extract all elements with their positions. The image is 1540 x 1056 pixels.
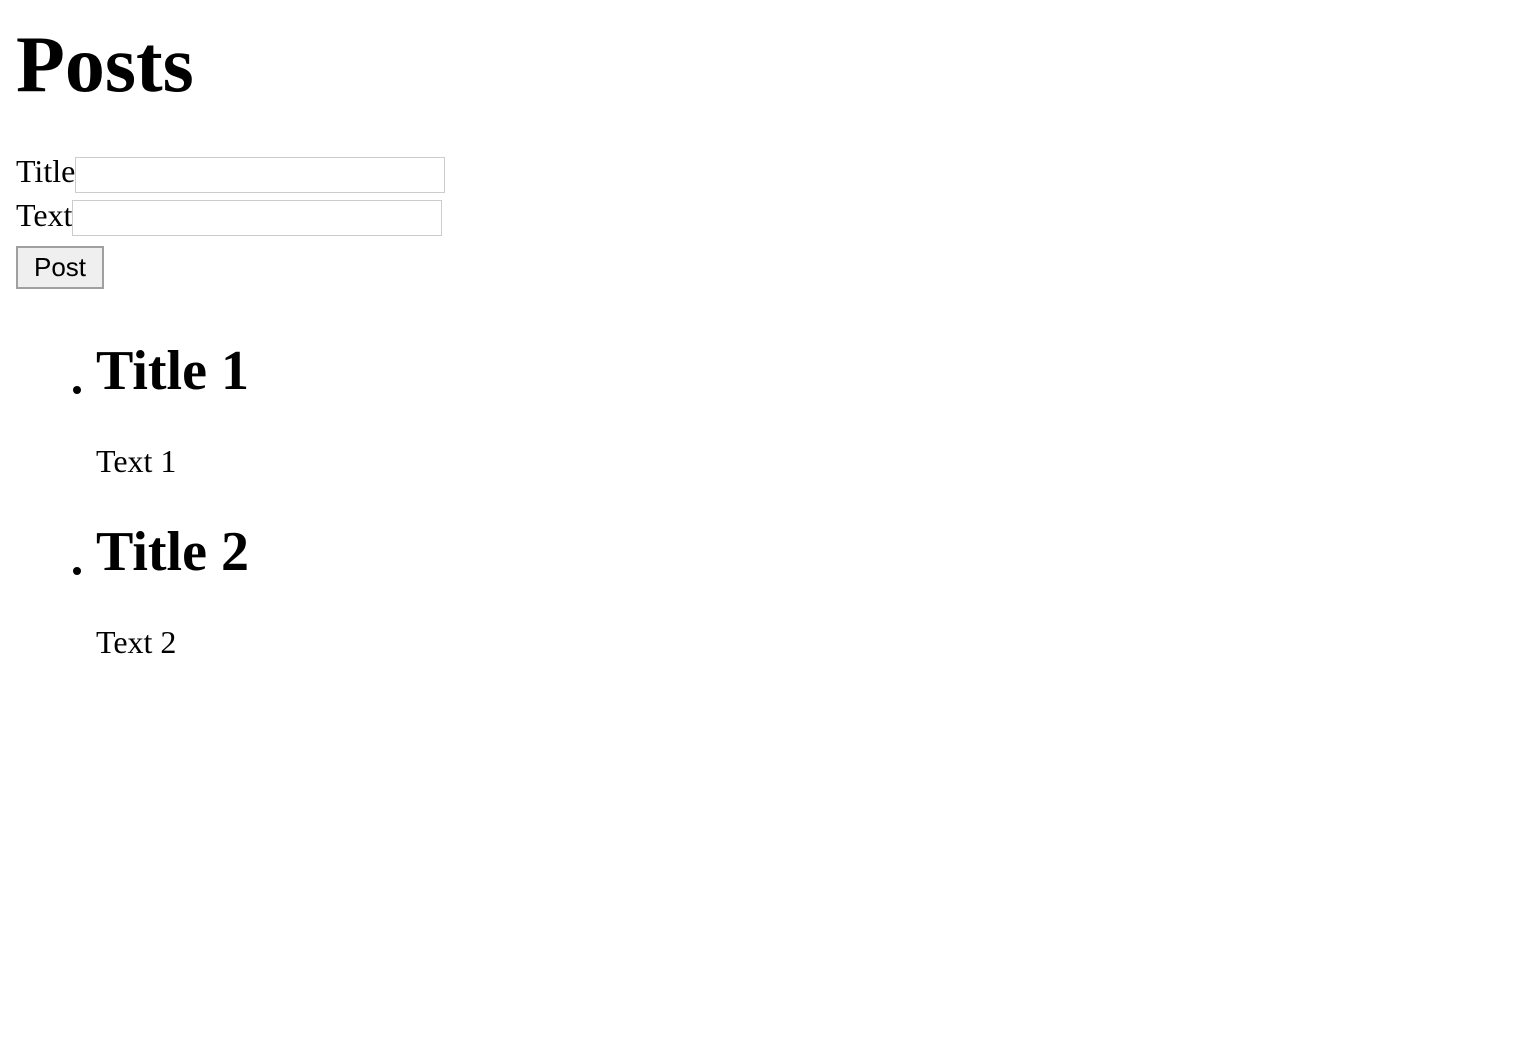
text-input[interactable] xyxy=(72,200,442,236)
post-text: Text 2 xyxy=(96,624,1524,661)
title-label: Title xyxy=(16,153,75,189)
list-item: Title 2 Text 2 xyxy=(96,520,1524,661)
post-text: Text 1 xyxy=(96,443,1524,480)
list-item: Title 1 Text 1 xyxy=(96,339,1524,480)
text-row: Text xyxy=(16,195,1524,237)
title-row: Title xyxy=(16,151,1524,193)
title-input[interactable] xyxy=(75,157,445,193)
posts-list: Title 1 Text 1 Title 2 Text 2 xyxy=(16,339,1524,661)
text-label: Text xyxy=(16,197,72,233)
new-post-form: Title Text Post xyxy=(16,151,1524,289)
post-button[interactable]: Post xyxy=(16,246,104,289)
post-title: Title 2 xyxy=(96,520,249,584)
page-title: Posts xyxy=(16,20,1524,111)
post-title: Title 1 xyxy=(96,339,249,403)
